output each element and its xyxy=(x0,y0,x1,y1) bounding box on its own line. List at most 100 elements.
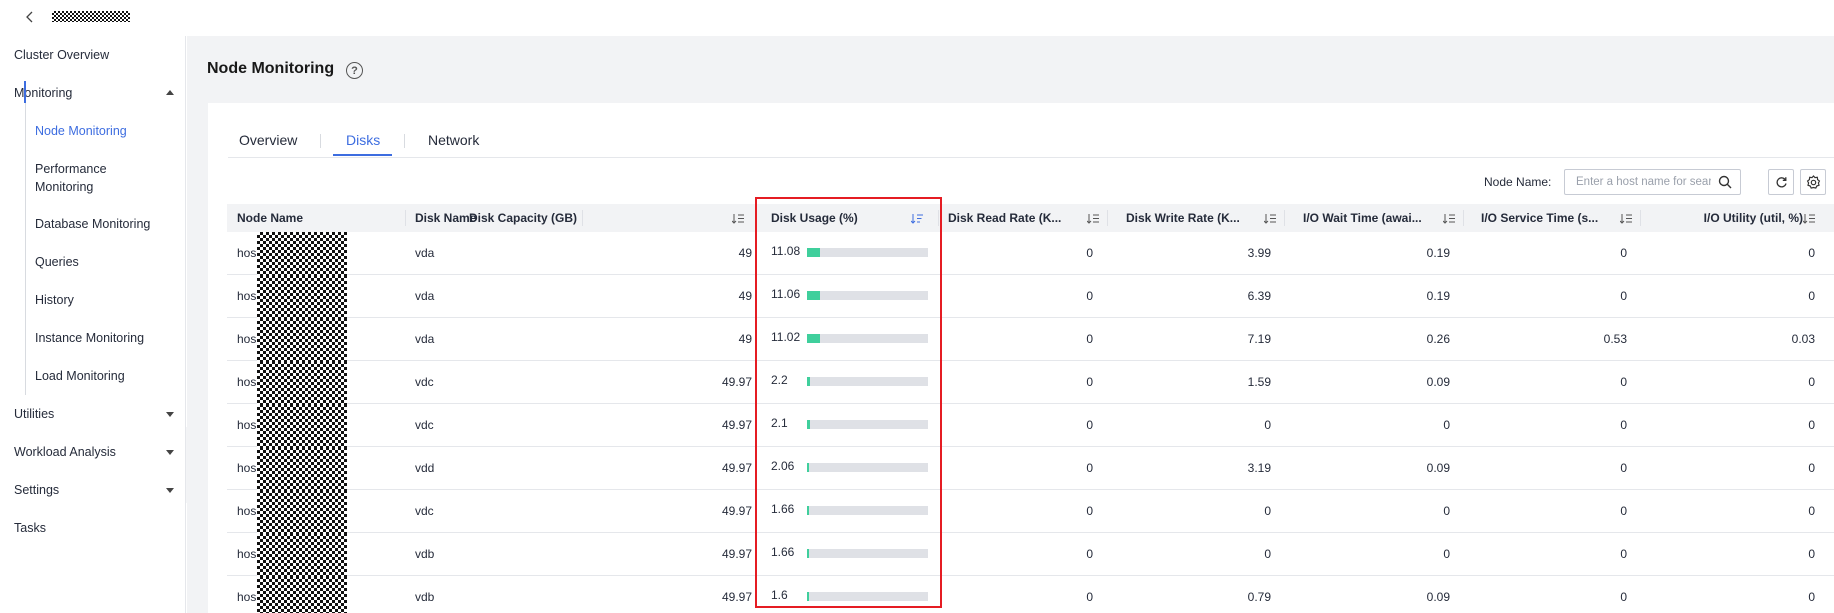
table-row[interactable]: hos vdb 49.97 0 0.79 0.09 0 0 1.6 xyxy=(227,576,1834,613)
sort-active-icon[interactable] xyxy=(911,213,923,224)
help-icon[interactable]: ? xyxy=(346,62,363,79)
tab-divider xyxy=(404,134,405,148)
disk-usage-bar xyxy=(807,463,928,472)
back-icon[interactable] xyxy=(22,9,38,25)
table-row[interactable]: hos vdb 49.97 0 0 0 0 0 1.66 xyxy=(227,533,1834,576)
cell-io-service-time: 0 xyxy=(1620,289,1627,303)
cell-io-service-time: 0 xyxy=(1620,246,1627,260)
cell-io-wait-time: 0.19 xyxy=(1426,246,1450,260)
cell-disk-capacity: 49.97 xyxy=(721,461,752,475)
cell-disk-usage-value: 2.2 xyxy=(771,373,788,387)
column-header-io-service-time[interactable]: I/O Service Time (s... xyxy=(1481,204,1606,232)
chevron-down-icon[interactable] xyxy=(166,450,174,455)
cell-node-name: hos xyxy=(237,289,257,303)
sidebar-item-queries[interactable]: Queries xyxy=(35,253,79,271)
cell-disk-usage-value: 2.06 xyxy=(771,459,795,473)
sidebar-item-database-monitoring[interactable]: Database Monitoring xyxy=(35,215,150,233)
table-row[interactable]: hos vdd 49.97 0 3.19 0.09 0 0 2.06 xyxy=(227,447,1834,490)
sidebar-item-utilities[interactable]: Utilities xyxy=(14,405,54,423)
tab-bar: Overview Disks Network xyxy=(228,128,1834,158)
column-header-disk-capacity[interactable]: Disk Capacity (GB) xyxy=(227,204,767,232)
cell-disk-read-rate: 0 xyxy=(1086,547,1093,561)
sort-icon[interactable] xyxy=(1087,213,1099,224)
redacted-host-name xyxy=(257,275,347,318)
cell-disk-usage-value: 1.66 xyxy=(771,545,795,559)
cell-io-service-time: 0 xyxy=(1620,547,1627,561)
redacted-host-name xyxy=(257,318,347,361)
column-header-disk-read-rate[interactable]: Disk Read Rate (K... xyxy=(948,204,1063,232)
cell-io-service-time: 0 xyxy=(1620,418,1627,432)
cell-io-service-time: 0 xyxy=(1620,504,1627,518)
column-header-io-wait-time[interactable]: I/O Wait Time (awai... xyxy=(1303,204,1428,232)
search-icon[interactable] xyxy=(1718,175,1732,189)
cell-disk-capacity: 49.97 xyxy=(721,547,752,561)
sort-icon[interactable] xyxy=(1803,213,1815,224)
tab-network[interactable]: Network xyxy=(428,132,479,148)
cell-disk-name: vdb xyxy=(415,590,435,604)
table-row[interactable]: hos vdc 49.97 0 0 0 0 0 2.1 xyxy=(227,404,1834,447)
tab-overview[interactable]: Overview xyxy=(239,132,297,148)
cell-io-utility: 0 xyxy=(1808,590,1815,604)
sidebar-item-performance-monitoring[interactable]: Performance Monitoring xyxy=(35,160,107,196)
table-row[interactable]: hos vdc 49.97 0 1.59 0.09 0 0 2.2 xyxy=(227,361,1834,404)
chevron-down-icon[interactable] xyxy=(166,412,174,417)
search-input[interactable] xyxy=(1576,176,1711,188)
cell-disk-capacity: 49 xyxy=(738,332,752,346)
cell-disk-read-rate: 0 xyxy=(1086,504,1093,518)
sort-icon[interactable] xyxy=(732,213,744,224)
sidebar-item-cluster-overview[interactable]: Cluster Overview xyxy=(14,46,109,64)
disk-usage-bar-fill xyxy=(807,334,821,343)
sidebar-item-monitoring[interactable]: Monitoring xyxy=(14,84,72,102)
sort-icon[interactable] xyxy=(1620,213,1632,224)
refresh-button[interactable] xyxy=(1768,169,1794,195)
redacted-host-name xyxy=(257,490,347,533)
cell-disk-name: vdd xyxy=(415,461,435,475)
sidebar-item-tasks[interactable]: Tasks xyxy=(14,519,46,537)
cell-disk-read-rate: 0 xyxy=(1086,590,1093,604)
sidebar-item-label-line2: Monitoring xyxy=(35,180,94,194)
sidebar-item-history[interactable]: History xyxy=(35,291,74,309)
sidebar-item-load-monitoring[interactable]: Load Monitoring xyxy=(35,367,125,385)
table-row[interactable]: hos vda 49 0 3.99 0.19 0 0 11.08 xyxy=(227,232,1834,275)
cell-disk-usage-value: 1.6 xyxy=(771,588,788,602)
node-name-search-field[interactable] xyxy=(1564,169,1741,195)
cell-io-utility: 0 xyxy=(1808,246,1815,260)
disk-usage-bar-fill xyxy=(807,420,810,429)
cell-io-wait-time: 0.09 xyxy=(1426,590,1450,604)
table-settings-button[interactable] xyxy=(1800,169,1826,195)
disk-usage-bar xyxy=(807,420,928,429)
sidebar-item-instance-monitoring[interactable]: Instance Monitoring xyxy=(35,329,144,347)
column-divider xyxy=(1640,210,1641,226)
cell-disk-write-rate: 3.99 xyxy=(1247,246,1271,260)
cell-disk-write-rate: 0 xyxy=(1264,504,1271,518)
tab-disks[interactable]: Disks xyxy=(346,132,380,148)
cell-disk-usage-value: 11.02 xyxy=(771,330,801,344)
cell-disk-read-rate: 0 xyxy=(1086,246,1093,260)
redacted-host-name xyxy=(257,232,347,275)
column-header-disk-write-rate[interactable]: Disk Write Rate (K... xyxy=(1126,204,1246,232)
chevron-up-icon[interactable] xyxy=(166,90,174,95)
disk-usage-bar-fill xyxy=(807,463,810,472)
sidebar-item-settings[interactable]: Settings xyxy=(14,481,59,499)
column-header-io-utility[interactable]: I/O Utility (util, %) xyxy=(1647,204,1803,232)
table-row[interactable]: hos vdc 49.97 0 0 0 0 0 1.66 xyxy=(227,490,1834,533)
cell-io-utility: 0 xyxy=(1808,504,1815,518)
disk-usage-bar xyxy=(807,506,928,515)
column-header-disk-usage[interactable]: Disk Usage (%) xyxy=(771,204,921,232)
disk-usage-bar xyxy=(807,334,928,343)
cell-disk-read-rate: 0 xyxy=(1086,332,1093,346)
cell-disk-write-rate: 0 xyxy=(1264,547,1271,561)
sort-icon[interactable] xyxy=(1443,213,1455,224)
disk-usage-bar-fill xyxy=(807,248,821,257)
cell-io-utility: 0 xyxy=(1808,461,1815,475)
cell-disk-read-rate: 0 xyxy=(1086,461,1093,475)
cell-io-wait-time: 0.19 xyxy=(1426,289,1450,303)
sidebar-item-workload-analysis[interactable]: Workload Analysis xyxy=(14,443,116,461)
table-row[interactable]: hos vda 49 0 7.19 0.26 0.53 0.03 11.02 xyxy=(227,318,1834,361)
cell-node-name: hos xyxy=(237,547,257,561)
sidebar-item-node-monitoring[interactable]: Node Monitoring xyxy=(35,122,127,140)
redacted-host-name xyxy=(257,576,347,613)
chevron-down-icon[interactable] xyxy=(166,488,174,493)
table-row[interactable]: hos vda 49 0 6.39 0.19 0 0 11.06 xyxy=(227,275,1834,318)
sort-icon[interactable] xyxy=(1264,213,1276,224)
